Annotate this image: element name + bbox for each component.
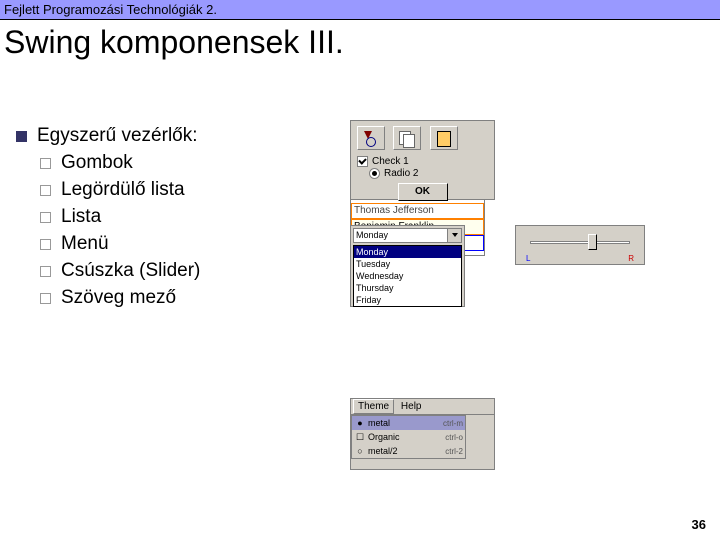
subtitle: Egyszerű vezérlők: [37,125,198,147]
bullet-text: Szöveg mező [61,287,176,309]
combobox-option[interactable]: Thursday [354,282,461,294]
bullet-text: Legördülő lista [61,179,185,201]
combobox-value: Monday [356,230,388,240]
menu-item-accel: ctrl-m [443,419,463,428]
demo-combobox-panel: Monday MondayTuesdayWednesdayThursdayFri… [350,225,465,307]
demo-buttons-panel: Check 1 Radio 2 OK [350,120,495,200]
combobox-option[interactable]: Wednesday [354,270,461,282]
menu-item-label: Organic [366,432,445,442]
bullet-item: Lista [40,206,340,228]
menu-item-label: metal/2 [366,446,445,456]
bullet-item: Legördülő lista [40,179,340,201]
subtitle-row: Egyszerű vezérlők: [16,125,340,147]
page-number: 36 [692,517,706,532]
bullet-box-icon [40,158,51,169]
radio-label: Radio 2 [384,168,418,179]
cut-button[interactable] [357,126,385,150]
bullet-text: Menü [61,233,109,255]
menu-item[interactable]: ☐Organicctrl-o [352,430,465,444]
combobox[interactable]: Monday [353,228,462,243]
menu-item-accel: ctrl-2 [445,447,463,456]
checkbox-label: Check 1 [372,156,409,167]
menu-item-accel: ctrl-o [445,433,463,442]
slide-title: Swing komponensek III. [0,20,720,61]
bullet-text: Lista [61,206,101,228]
slider-left-label: L [526,254,530,263]
menu-item[interactable]: ○metal/2ctrl-2 [352,444,465,458]
bullet-item: Gombok [40,152,340,174]
slider-thumb[interactable] [588,234,597,250]
list-item[interactable]: Thomas Jefferson [351,203,484,219]
menu-item[interactable]: ●metalctrl-m [352,416,465,430]
bullet-box-icon [40,293,51,304]
demo-menu-panel: Theme Help ●metalctrl-m☐Organicctrl-o○me… [350,398,495,470]
chevron-down-icon[interactable] [447,229,461,242]
content-column: Egyszerű vezérlők: Gombok Legördülő lista… [0,120,340,314]
checkbox[interactable] [357,156,368,167]
radio[interactable] [369,168,380,179]
slide-header: Fejlett Programozási Technológiák 2. [0,0,720,20]
bullet-box-icon [40,266,51,277]
demo-slider-panel: L R [515,225,645,265]
bullet-box-icon [40,239,51,250]
menu-item-icon: ☐ [354,432,366,443]
combobox-dropdown: MondayTuesdayWednesdayThursdayFriday [353,245,462,307]
bullet-square-icon [16,131,27,142]
menu-item-icon: ● [354,418,366,428]
menu-item-label: metal [366,418,443,428]
copy-button[interactable] [393,126,421,150]
combobox-option[interactable]: Monday [354,246,461,258]
combobox-option[interactable]: Tuesday [354,258,461,270]
slider-right-label: R [628,254,634,263]
menubar: Theme Help [351,399,494,415]
demo-area: Check 1 Radio 2 OK Monday MondayTuesdayW… [350,120,710,256]
bullet-item: Szöveg mező [40,287,340,309]
menu-item-icon: ○ [354,446,366,456]
slider-track [530,241,630,244]
menu-help[interactable]: Help [397,400,426,413]
combobox-option[interactable]: Friday [354,294,461,306]
bullet-text: Gombok [61,152,133,174]
menu-dropdown: ●metalctrl-m☐Organicctrl-o○metal/2ctrl-2 [351,415,466,459]
bullet-item: Csúszka (Slider) [40,260,340,282]
bullet-item: Menü [40,233,340,255]
ok-button[interactable]: OK [398,183,448,201]
bullet-box-icon [40,212,51,223]
menu-theme[interactable]: Theme [353,399,394,414]
paste-button[interactable] [430,126,458,150]
bullet-text: Csúszka (Slider) [61,260,200,282]
slider[interactable] [530,234,630,252]
bullet-box-icon [40,185,51,196]
